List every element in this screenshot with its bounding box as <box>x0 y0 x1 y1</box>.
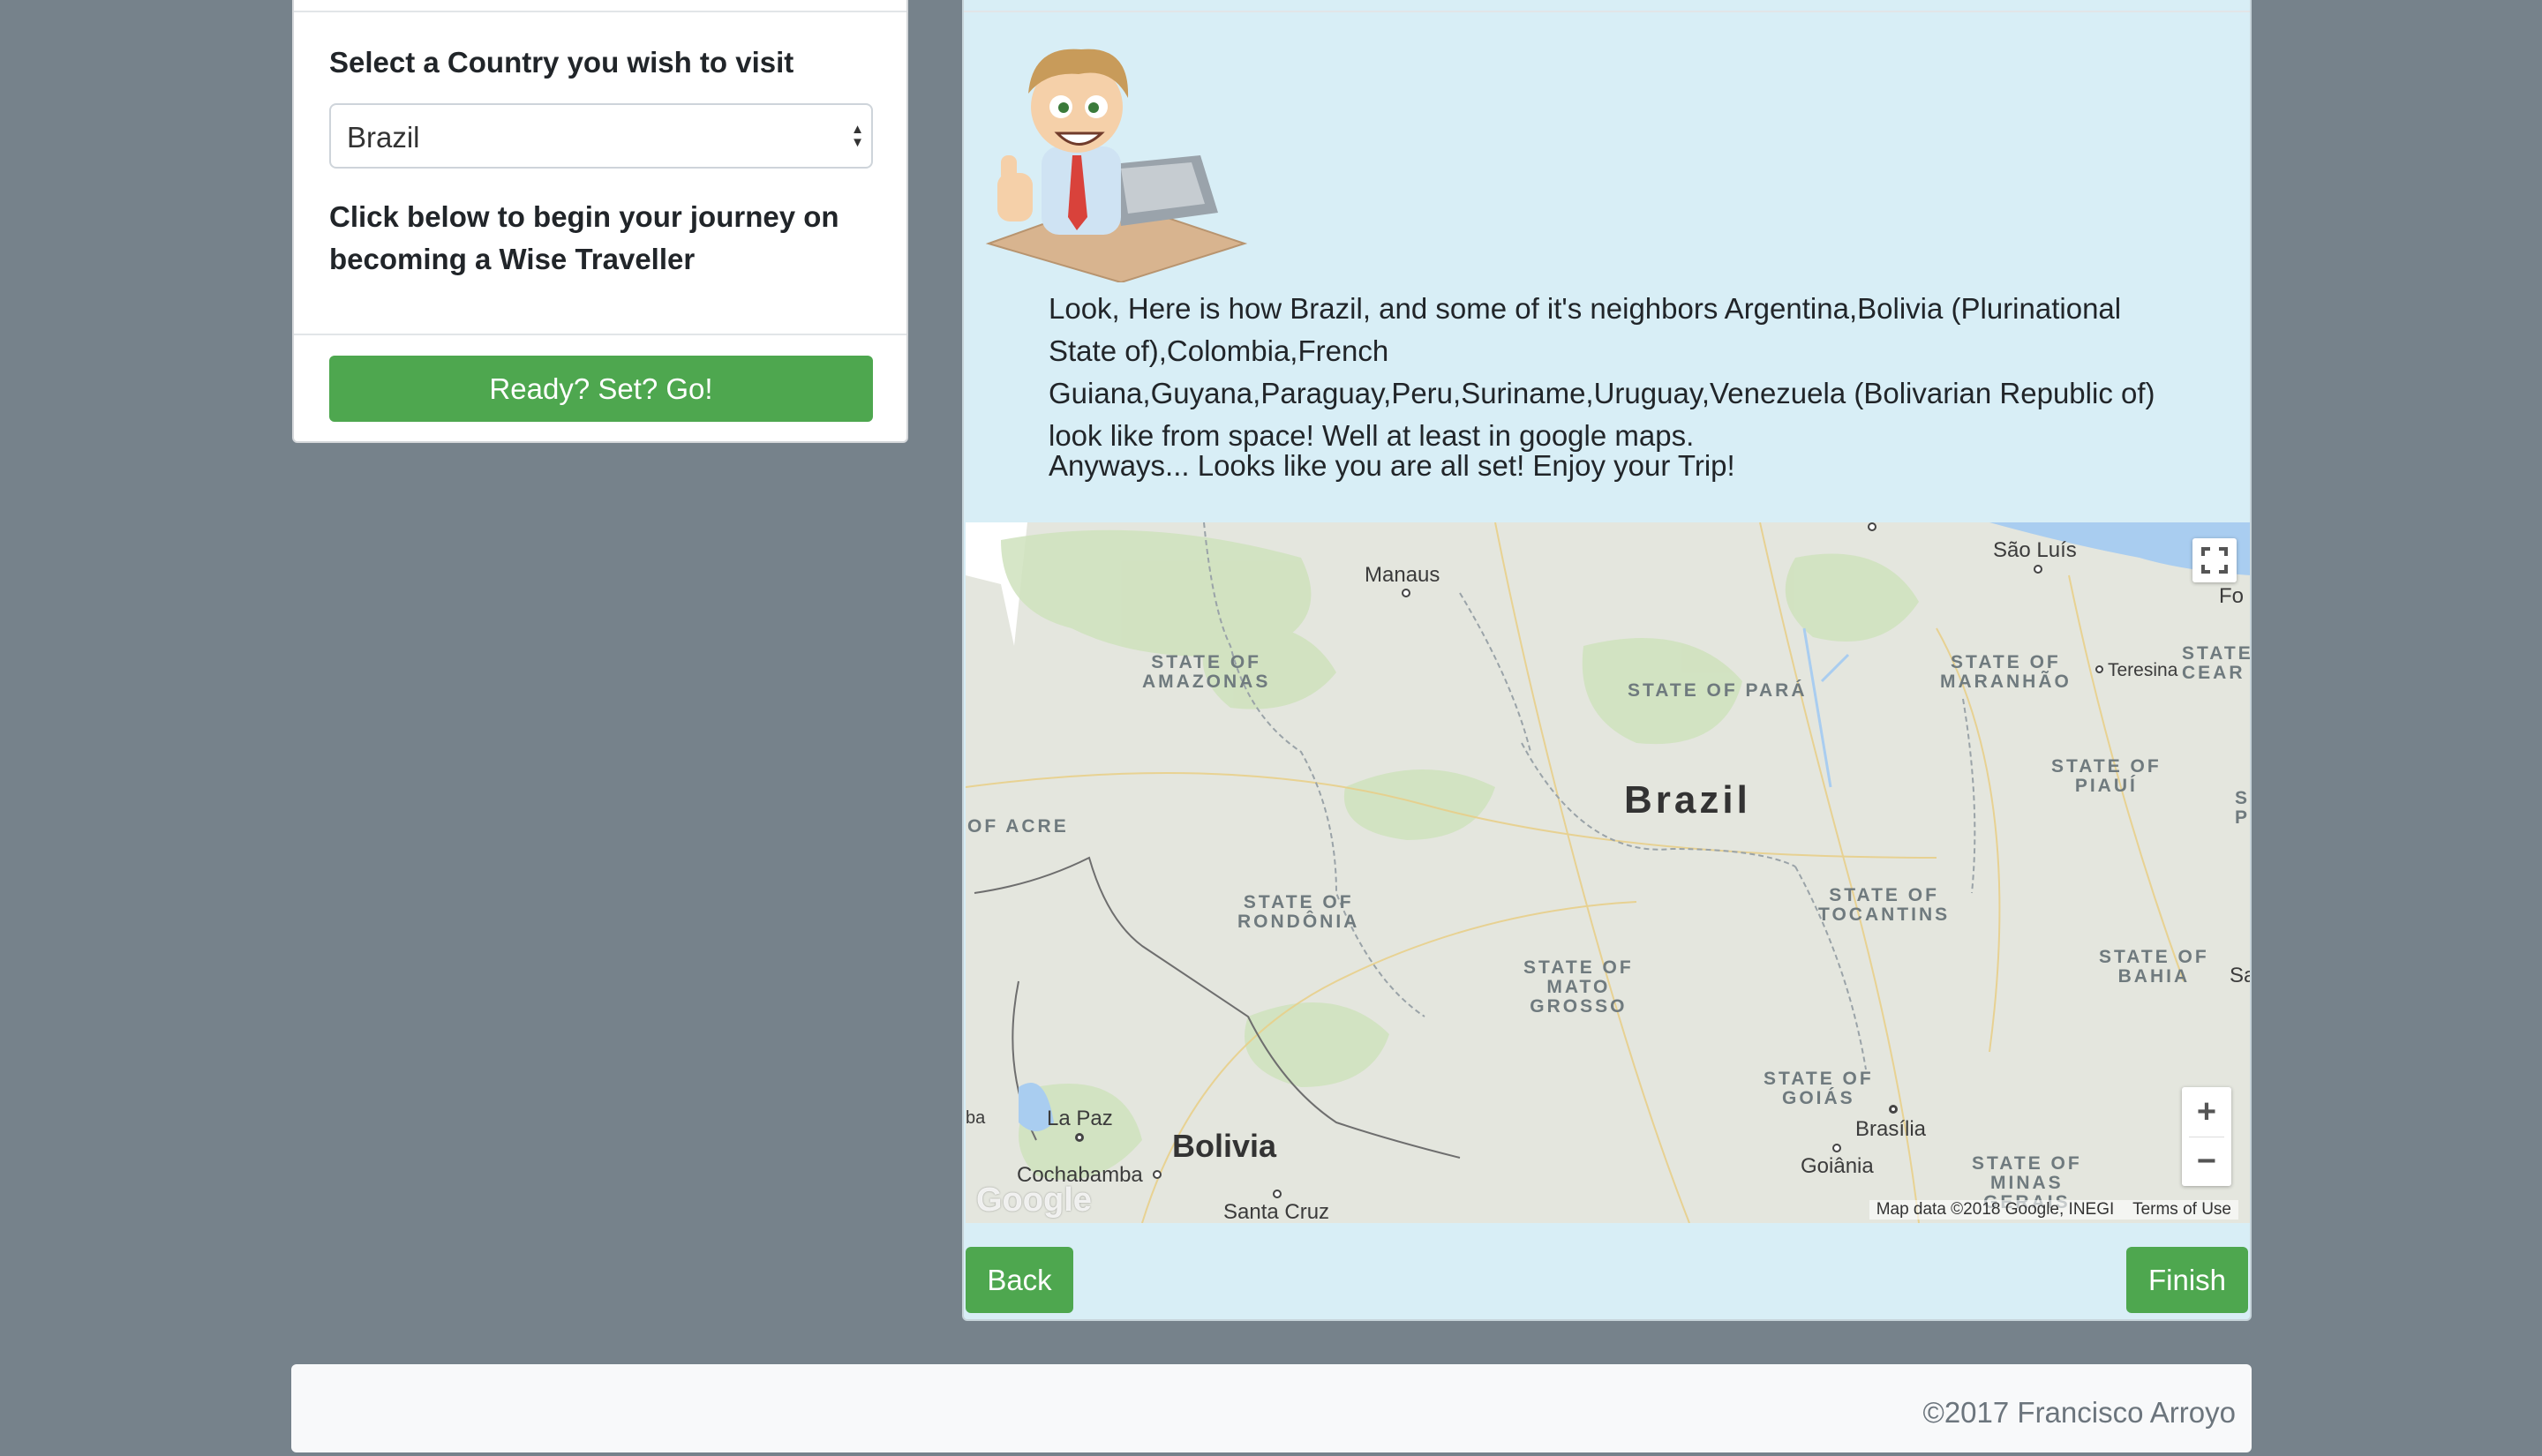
select-arrows-icon: ▲ ▼ <box>851 122 864 150</box>
city-label-brasilia: Brasília <box>1855 1117 1927 1141</box>
card-divider-top <box>294 11 906 12</box>
state-label-amazonas: STATE OF AMAZONAS <box>1142 652 1271 692</box>
finish-button[interactable]: Finish <box>2126 1247 2248 1313</box>
country-label-brazil: Brazil <box>1624 778 1751 822</box>
map-attribution: Map data ©2018 Google, INEGI Terms of Us… <box>1869 1200 2238 1220</box>
enjoy-trip-message: Anyways... Looks like you are all set! E… <box>1049 449 1735 482</box>
city-marker <box>2095 665 2103 673</box>
map-terms-link[interactable]: Terms of Use <box>2132 1200 2231 1219</box>
state-label-rondonia: STATE OF RONDÔNIA <box>1237 892 1360 932</box>
map-zoom-controls: + − <box>2182 1087 2231 1186</box>
fullscreen-icon <box>2201 547 2228 574</box>
map-fullscreen-button[interactable] <box>2192 538 2237 582</box>
country-select-dropdown[interactable]: Brazil ▲ ▼ <box>329 103 873 169</box>
map-terrain <box>966 522 2250 1223</box>
city-marker <box>1402 589 1410 597</box>
state-label-pernambuco: S PER <box>2235 788 2251 828</box>
city-label-west: ba <box>966 1108 986 1128</box>
city-label-santa-cruz: Santa Cruz <box>1223 1200 1330 1223</box>
back-button[interactable]: Back <box>966 1247 1073 1313</box>
city-label-manaus: Manaus <box>1365 563 1440 587</box>
city-marker <box>1075 1133 1084 1142</box>
page-footer: ©2017 Francisco Arroyo <box>291 1364 2252 1452</box>
trip-result-card: Look, Here is how Brazil, and some of it… <box>962 0 2252 1321</box>
city-marker <box>1889 1105 1898 1114</box>
city-label-la-paz: La Paz <box>1047 1107 1113 1130</box>
footer-copyright: ©2017 Francisco Arroyo <box>1922 1396 2236 1429</box>
country-select-card: Select a Country you wish to visit Brazi… <box>292 0 908 443</box>
country-label-bolivia: Bolivia <box>1172 1128 1277 1164</box>
city-marker <box>2034 565 2042 574</box>
city-label-sao-luis: São Luís <box>1993 538 2077 562</box>
state-label-bahia: STATE OF BAHIA <box>2099 947 2209 987</box>
country-select-value: Brazil <box>347 121 420 154</box>
card-divider <box>294 334 906 335</box>
map-zoom-in-button[interactable]: + <box>2182 1087 2231 1137</box>
city-marker <box>1832 1144 1841 1152</box>
state-label-acre: OF ACRE <box>967 816 1069 837</box>
state-label-maranhao: STATE OF MARANHÃO <box>1940 652 2072 692</box>
city-marker <box>1868 522 1876 531</box>
google-map[interactable]: STATE OF AMAZONAS STATE OF PARÁ STATE OF… <box>966 522 2251 1223</box>
map-zoom-out-button[interactable]: − <box>2182 1137 2231 1186</box>
state-label-tocantins: STATE OF TOCANTINS <box>1818 885 1951 925</box>
city-marker <box>1153 1170 1162 1179</box>
neighbors-message: Look, Here is how Brazil, and some of it… <box>1049 292 2155 452</box>
state-label-para: STATE OF PARÁ <box>1628 680 1808 701</box>
ready-set-go-button[interactable]: Ready? Set? Go! <box>329 356 873 422</box>
cartoon-traveller-avatar <box>985 49 1248 282</box>
google-logo: Google <box>976 1182 1092 1219</box>
city-label-teresina: Teresina <box>2108 660 2178 680</box>
state-label-mato-grosso: STATE OF MATO GROSSO <box>1523 957 1634 1017</box>
state-label-goias: STATE OF GOIÁS <box>1764 1069 1874 1108</box>
card-divider-top <box>964 11 2250 12</box>
select-country-label: Select a Country you wish to visit <box>329 46 794 79</box>
state-label-ceara: STATE CEAR <box>2182 643 2251 683</box>
begin-journey-text: Click below to begin your journey on bec… <box>329 200 839 275</box>
map-data-credit: Map data ©2018 Google, INEGI <box>1876 1200 2115 1219</box>
city-label-salvador: Sa <box>2230 964 2250 987</box>
city-label-goiania: Goiânia <box>1801 1154 1874 1178</box>
city-marker <box>1273 1190 1282 1198</box>
state-label-piaui: STATE OF PIAUÍ <box>2051 756 2162 796</box>
city-label-fortaleza: Fo <box>2219 584 2245 608</box>
